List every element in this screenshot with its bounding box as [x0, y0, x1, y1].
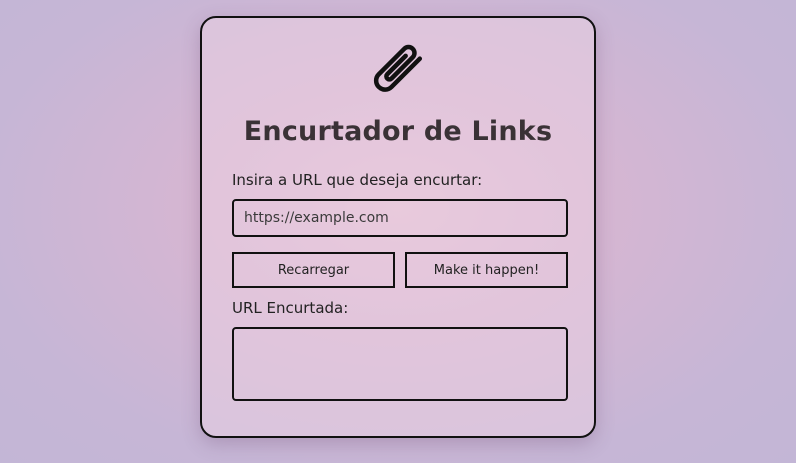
short-url-output[interactable] [232, 327, 568, 401]
shorten-button[interactable]: Make it happen! [405, 252, 568, 288]
page-title: Encurtador de Links [243, 116, 553, 147]
reload-button[interactable]: Recarregar [232, 252, 395, 288]
paperclip-icon [366, 36, 434, 104]
short-url-label: URL Encurtada: [232, 299, 349, 317]
shortener-card: Encurtador de Links Insira a URL que des… [200, 16, 596, 438]
url-input[interactable] [232, 199, 568, 237]
url-input-label: Insira a URL que deseja encurtar: [232, 171, 483, 189]
